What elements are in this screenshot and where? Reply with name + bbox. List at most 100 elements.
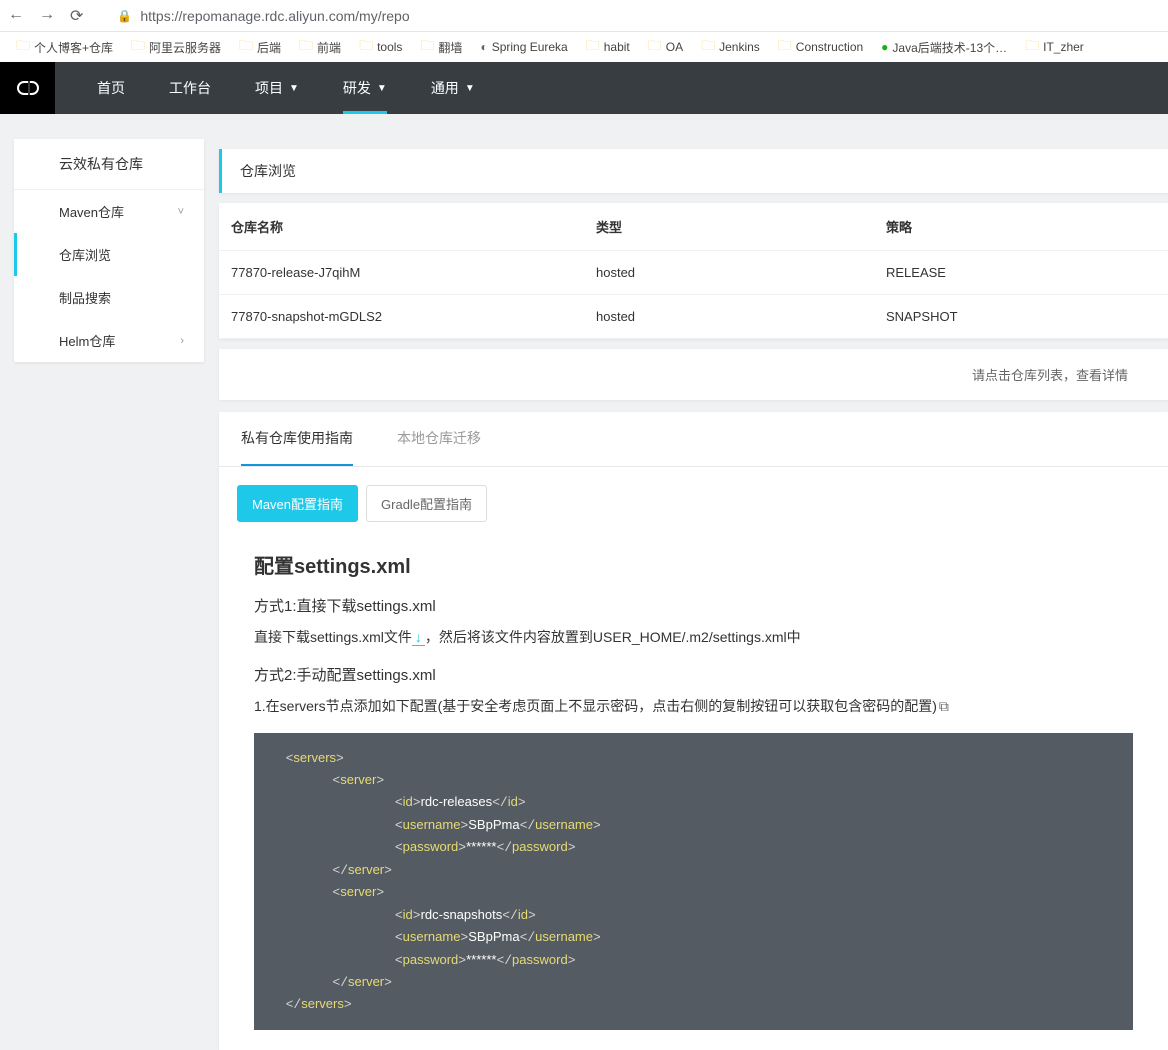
method2-text: 1.在servers节点添加如下配置(基于安全考虑页面上不显示密码，点击右侧的复… [254, 695, 1133, 719]
guide-subtabs: Maven配置指南Gradle配置指南 [219, 467, 1168, 540]
hint-text: 请点击仓库列表，查看详情 [219, 349, 1168, 400]
bookmark-label: 个人博客+仓库 [34, 39, 113, 56]
globe-icon: ◐ [480, 40, 487, 54]
bookmark-label: tools [377, 40, 402, 54]
bookmark-item[interactable]: ● Java后端技术-13个… [875, 37, 1013, 58]
wechat-icon: ● [881, 40, 888, 54]
nav-item[interactable]: 项目 ▼ [233, 62, 321, 114]
table-row[interactable]: 77870-snapshot-mGDLS2hostedSNAPSHOT [219, 295, 1168, 339]
sidebar-item[interactable]: 制品搜索 [14, 276, 204, 319]
page-header-card: 仓库浏览 [219, 149, 1168, 193]
chevron-down-icon: ▼ [377, 83, 387, 94]
bookmark-item[interactable]: 🗀后端 [233, 33, 287, 61]
nav-label: 工作台 [169, 78, 211, 98]
bookmark-label: OA [666, 40, 683, 54]
folder-icon: 🗀 [239, 35, 253, 59]
table-header: 仓库名称 类型 策略 [219, 203, 1168, 251]
bookmark-label: 翻墙 [438, 39, 462, 56]
folder-icon: 🗀 [16, 35, 30, 59]
folder-icon: 🗀 [359, 35, 373, 59]
bookmark-label: Construction [796, 40, 863, 54]
top-nav: 首页 工作台 项目 ▼ 研发 ▼ 通用 ▼ [0, 62, 1168, 114]
subtab[interactable]: Gradle配置指南 [366, 485, 487, 522]
bookmark-item[interactable]: 🗀翻墙 [414, 33, 468, 61]
bookmark-label: 后端 [257, 39, 281, 56]
sidebar: 云效私有仓库 Maven仓库˅ 仓库浏览制品搜索 Helm仓库 › [14, 139, 204, 362]
nav-item[interactable]: 通用 ▼ [409, 62, 497, 114]
nav-label: 首页 [97, 78, 125, 98]
nav-label: 项目 [255, 78, 283, 98]
browser-toolbar: ← → ⟳ 🔒 https://repomanage.rdc.aliyun.co… [0, 0, 1168, 32]
cell-type: hosted [596, 309, 886, 324]
th-type: 类型 [596, 217, 886, 236]
download-icon[interactable]: ↓ [412, 629, 425, 646]
bookmark-item[interactable]: 🗀阿里云服务器 [125, 33, 227, 61]
sidebar-item-label: 制品搜索 [59, 288, 111, 307]
folder-icon: 🗀 [420, 35, 434, 59]
guide-card: 私有仓库使用指南本地仓库迁移 Maven配置指南Gradle配置指南 配置set… [219, 412, 1168, 1050]
nav-item[interactable]: 研发 ▼ [321, 62, 409, 114]
bookmark-label: 阿里云服务器 [149, 39, 221, 56]
bookmark-item[interactable]: 🗀个人博客+仓库 [10, 33, 119, 61]
cell-type: hosted [596, 265, 886, 280]
method1-text: 直接下载settings.xml文件↓，然后将该文件内容放置到USER_HOME… [254, 626, 1133, 650]
bookmark-item[interactable]: 🗀 IT_zher [1019, 33, 1090, 61]
url-text[interactable]: https://repomanage.rdc.aliyun.com/my/rep… [140, 8, 409, 24]
code-block: <servers> <server> <id>rdc-releases</id>… [254, 733, 1133, 1030]
folder-icon: 🗀 [648, 35, 662, 59]
chevron-icon: › [180, 335, 184, 347]
bookmark-label: Java后端技术-13个… [892, 39, 1007, 56]
bookmark-item[interactable]: ◐Spring Eureka [474, 38, 573, 56]
back-icon[interactable]: ← [8, 6, 24, 26]
bookmark-label: IT_zher [1043, 40, 1084, 54]
bookmark-item[interactable]: 🗀前端 [293, 33, 347, 61]
repo-table: 仓库名称 类型 策略 77870-release-J7qihMhostedREL… [219, 203, 1168, 339]
bookmark-item[interactable]: 🗀habit [580, 33, 636, 61]
bookmark-label: 前端 [317, 39, 341, 56]
folder-icon: 🗀 [1025, 35, 1039, 59]
copy-icon[interactable]: ⧉ [937, 698, 951, 714]
table-row[interactable]: 77870-release-J7qihMhostedRELEASE [219, 251, 1168, 295]
sidebar-item-label: 仓库浏览 [59, 245, 111, 264]
cell-name: 77870-release-J7qihM [231, 265, 596, 280]
guide-heading: 配置settings.xml [254, 550, 1133, 579]
folder-icon: 🗀 [131, 35, 145, 59]
nav-label: 通用 [431, 78, 459, 98]
nav-label: 研发 [343, 78, 371, 98]
tab[interactable]: 本地仓库迁移 [397, 412, 481, 466]
method2-title: 方式2:手动配置settings.xml [254, 664, 1133, 685]
nav-item[interactable]: 首页 [75, 62, 147, 114]
chevron-down-icon: ▼ [465, 83, 475, 94]
sidebar-item-label: Helm仓库 [59, 331, 115, 350]
folder-icon: 🗀 [701, 35, 715, 59]
method1-title: 方式1:直接下载settings.xml [254, 595, 1133, 616]
forward-icon[interactable]: → [39, 6, 55, 26]
bookmark-item[interactable]: 🗀 Jenkins [695, 33, 766, 61]
reload-icon[interactable]: ⟳ [70, 6, 83, 26]
page-title: 仓库浏览 [219, 149, 1168, 193]
tab[interactable]: 私有仓库使用指南 [241, 412, 353, 466]
chevron-down-icon: ▼ [289, 83, 299, 94]
nav-item[interactable]: 工作台 [147, 62, 233, 114]
bookmark-label: Jenkins [719, 40, 760, 54]
guide-tabs: 私有仓库使用指南本地仓库迁移 [219, 412, 1168, 467]
bookmark-item[interactable]: 🗀 OA [642, 33, 689, 61]
lock-icon: 🔒 [117, 9, 132, 23]
th-policy: 策略 [886, 217, 1156, 236]
bookmark-item[interactable]: 🗀 Construction [772, 33, 869, 61]
th-name: 仓库名称 [231, 217, 596, 236]
bookmark-item[interactable]: 🗀 tools [353, 33, 408, 61]
folder-icon: 🗀 [778, 35, 792, 59]
logo[interactable] [0, 62, 55, 114]
cell-policy: SNAPSHOT [886, 309, 1156, 324]
sidebar-title: 云效私有仓库 [14, 139, 204, 190]
sidebar-item[interactable]: 仓库浏览 [14, 233, 204, 276]
sidebar-item[interactable]: Maven仓库˅ [14, 190, 204, 233]
cell-name: 77870-snapshot-mGDLS2 [231, 309, 596, 324]
cell-policy: RELEASE [886, 265, 1156, 280]
chevron-icon: ˅ [178, 206, 184, 218]
folder-icon: 🗀 [299, 35, 313, 59]
subtab[interactable]: Maven配置指南 [237, 485, 358, 522]
sidebar-item[interactable]: Helm仓库 › [14, 319, 204, 362]
folder-icon: 🗀 [586, 35, 600, 59]
